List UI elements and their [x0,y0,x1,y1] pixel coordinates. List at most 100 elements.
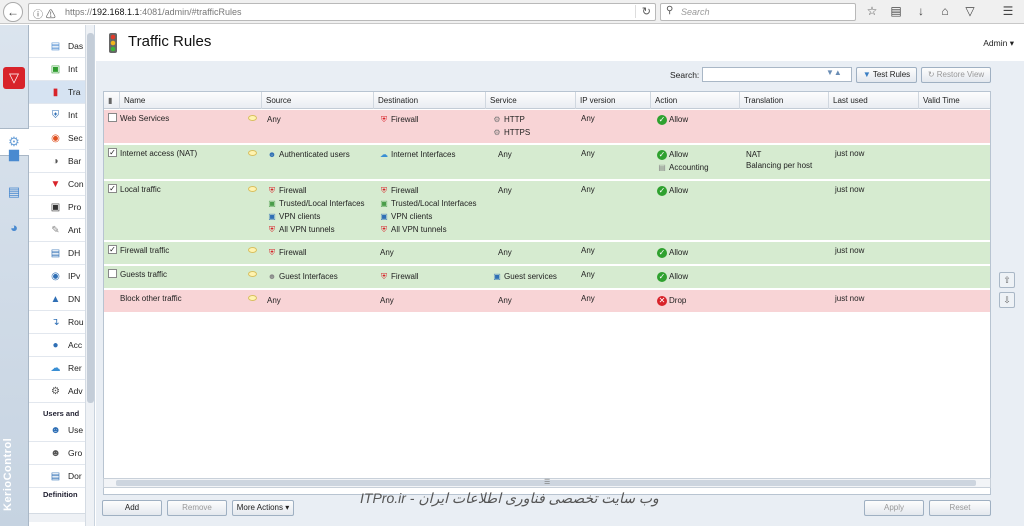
sidebar-item[interactable]: ▤ DH [29,242,85,265]
restore-view-button[interactable]: ↻ Restore View [921,67,991,83]
content-filter-icon: ▼ [50,179,61,190]
sidebar-item[interactable]: ▤ Dor [29,465,85,488]
pocket-icon[interactable]: ▽ [962,3,978,19]
add-button[interactable]: Add [102,500,162,516]
search-nav-arrows-icon[interactable]: ▼▲ [826,68,842,77]
table-horizontal-scrollbar[interactable]: ☰ [103,478,991,488]
sidebar-item[interactable]: ☁ Rer [29,357,85,380]
comment-bubble-icon[interactable] [248,271,257,277]
brand-logo: KerioControl [2,437,14,511]
routing-icon: ↴ [51,317,60,328]
allow-check-icon: ✓ [657,150,667,160]
rule-enabled-checkbox[interactable]: ✓ [108,184,117,193]
comment-bubble-icon[interactable] [248,115,257,121]
menu-icon[interactable]: ☰ [1000,3,1016,19]
rule-last-used: just now [835,246,865,255]
statistics-chart-icon[interactable]: ▆ [3,143,25,165]
rule-service: ⚙ HTTP [493,115,525,124]
sidebar-item[interactable]: ▣ Pro [29,196,85,219]
column-header[interactable]: Name [119,92,261,109]
column-header[interactable]: Action [650,92,739,109]
vpn-tunnels-icon: ⛨ [269,225,275,234]
rule-enabled-checkbox[interactable]: ✓ [108,148,117,157]
remote-icon: ☁ [50,363,61,374]
table-row[interactable]: Guests traffic ☻ Guest Interfaces ⛨ Firewa… [104,266,990,290]
sidebar-item-traffic-rules[interactable]: ▮ Tra [29,81,85,104]
traffic-light-icon [109,33,117,53]
address-bar[interactable]: ⓘ ⚠ https://192.168.1.1:4081/admin/#traf… [28,3,656,21]
rule-enabled-checkbox[interactable] [108,113,117,122]
guest-interfaces-icon: ☻ [267,272,277,281]
shield-icon: ⛨ [51,110,60,121]
sidebar-item[interactable]: ☻ Use [29,419,85,442]
column-header[interactable]: Last used [828,92,918,109]
site-info-icon[interactable]: ⓘ ⚠ [33,6,56,21]
dashboard-icon: ▤ [50,41,61,52]
sidebar-item[interactable]: ▣ Int [29,58,85,81]
home-icon[interactable]: ⌂ [937,3,953,19]
sidebar-item[interactable]: ✎ Ant [29,219,85,242]
column-header[interactable]: IP version [575,92,650,109]
column-header[interactable]: Translation [739,92,828,109]
table-row[interactable]: ✓ Local traffic ⛨ Firewall ▣ Trusted/Local… [104,181,990,242]
admin-menu[interactable]: Admin ▾ [983,38,1014,49]
back-button[interactable]: ← [3,2,23,22]
security-icon: ◉ [51,133,60,144]
rule-destination: ▣ VPN clients [380,212,433,221]
rule-enabled-checkbox[interactable]: ✓ [108,245,117,254]
nav-scroll-thumb[interactable] [87,33,94,403]
column-header[interactable]: Destination [373,92,485,109]
rule-source: ⛨ Firewall [269,186,307,195]
bookmark-star-icon[interactable]: ☆ [864,3,880,19]
test-rules-button[interactable]: ▼ Test Rules [856,67,917,83]
logs-document-icon[interactable]: ▤ [3,181,25,203]
move-up-button[interactable]: ⇧ [999,272,1015,288]
sidebar-item[interactable]: ▤ Das [29,35,85,58]
table-row[interactable]: Web Services Any ⛨ Firewall ⚙ HTTP ⚙ HTTPS … [104,110,990,145]
rule-name: Guests traffic [120,270,167,279]
column-header[interactable]: Source [261,92,373,109]
sidebar-item[interactable]: ◉ IPv [29,265,85,288]
comment-bubble-icon[interactable] [248,186,257,192]
apply-button[interactable]: Apply [864,500,924,516]
reading-list-icon[interactable]: ▤ [888,3,904,19]
dns-icon: ▲ [50,294,61,305]
table-row[interactable]: Block other traffic Any Any Any Any ✕ Dro… [104,290,990,314]
table-row[interactable]: ✓ Firewall traffic ⛨ Firewall Any Any Any… [104,242,990,266]
column-header[interactable]: Valid Time [918,92,990,109]
sidebar-item[interactable]: ◑ Bar [29,150,85,173]
reset-button[interactable]: Reset [929,500,991,516]
status-pie-icon[interactable]: ◕ [3,217,25,239]
rules-table: ▮ Name Source Destination Service IP ver… [103,91,991,495]
remove-button[interactable]: Remove [167,500,227,516]
rule-service: Any [498,186,512,195]
sidebar-item[interactable]: ⛨ Int [29,104,85,127]
comment-bubble-icon[interactable] [248,295,257,301]
dhcp-icon: ▤ [50,248,61,259]
sidebar-item[interactable]: ● Acc [29,334,85,357]
kerio-logo-icon[interactable]: ▽ [3,67,25,89]
rule-source: ⛨ Firewall [269,248,307,257]
move-down-button[interactable]: ⇩ [999,292,1015,308]
comment-bubble-icon[interactable] [248,247,257,253]
more-actions-button[interactable]: More Actions ▾ [232,500,294,516]
grip-icon: ☰ [544,479,551,486]
header-checkbox-column[interactable]: ▮ [104,92,119,109]
sidebar-item[interactable]: ☻ Gro [29,442,85,465]
comment-bubble-icon[interactable] [248,150,257,156]
nav-scrollbar[interactable] [85,25,94,526]
sidebar-item[interactable]: ▲ DN [29,288,85,311]
sidebar-item[interactable]: ◉ Sec [29,127,85,150]
reload-icon[interactable]: ↻ [634,5,651,18]
table-scroll-thumb[interactable]: ☰ [116,479,976,486]
table-row[interactable]: ✓ Internet access (NAT) ☻ Authenticated u… [104,145,990,181]
download-icon[interactable]: ↓ [913,3,929,19]
browser-search-input[interactable]: ⚲ Search [660,3,856,21]
nav-horizontal-scrollbar[interactable] [29,513,85,522]
rule-source: Any [267,296,281,305]
column-header[interactable]: Service [485,92,575,109]
sidebar-item[interactable]: ▼ Con [29,173,85,196]
sidebar-item[interactable]: ⚙ Adv [29,380,85,403]
sidebar-item[interactable]: ↴ Rou [29,311,85,334]
rule-enabled-checkbox[interactable] [108,269,117,278]
